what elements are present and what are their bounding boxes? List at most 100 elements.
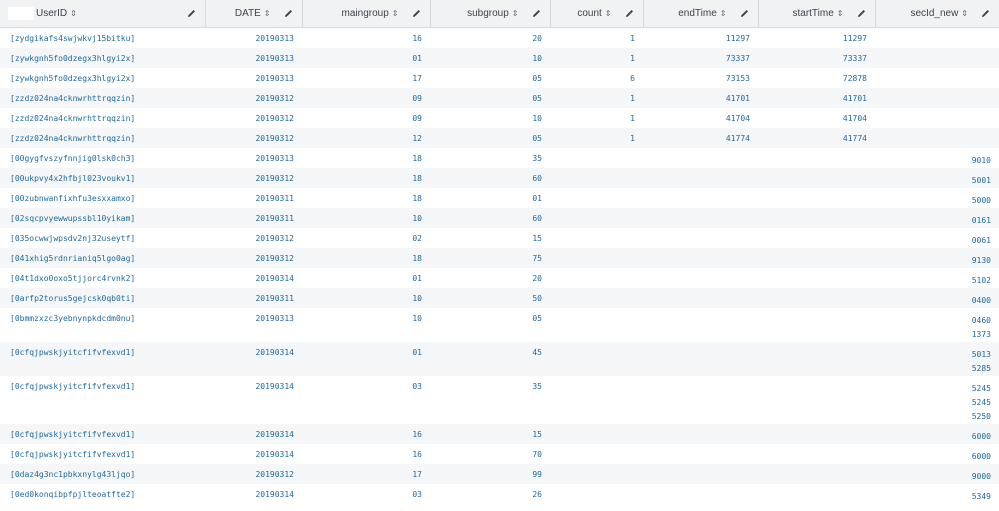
cell-start[interactable] xyxy=(758,424,875,444)
cell-secid-new[interactable]: 6000 xyxy=(875,424,999,444)
cell-count[interactable] xyxy=(550,288,643,308)
cell-main[interactable]: 10 xyxy=(302,308,430,342)
cell-uid[interactable]: [0cfqjpwskjyitcfifvfexvd1] xyxy=(0,444,205,464)
column-header-date[interactable]: DATE ⇕ xyxy=(205,0,303,28)
cell-start[interactable] xyxy=(758,444,875,464)
cell-main[interactable]: 03 xyxy=(302,484,430,504)
cell-sub[interactable]: 26 xyxy=(430,484,550,504)
cell-start[interactable] xyxy=(758,148,875,168)
cell-end[interactable] xyxy=(643,248,758,268)
cell-start[interactable] xyxy=(758,376,875,424)
cell-count[interactable] xyxy=(550,376,643,424)
cell-start[interactable] xyxy=(758,248,875,268)
cell-main[interactable]: 01 xyxy=(302,342,430,376)
cell-secid-new[interactable] xyxy=(875,68,999,88)
cell-end[interactable] xyxy=(643,148,758,168)
cell-main[interactable]: 16 xyxy=(302,424,430,444)
sort-icon[interactable]: ⇕ xyxy=(961,9,968,18)
cell-uid[interactable]: [035ocwwjwpsdv2nj32useytf] xyxy=(0,228,205,248)
cell-secid-new[interactable]: 5349 xyxy=(875,484,999,504)
cell-secid-new[interactable]: 9000 xyxy=(875,464,999,484)
cell-count[interactable] xyxy=(550,188,643,208)
cell-secid-new[interactable] xyxy=(875,28,999,49)
cell-date[interactable]: 20190313 xyxy=(205,68,302,88)
cell-main[interactable]: 18 xyxy=(302,168,430,188)
cell-date[interactable]: 20190311 xyxy=(205,208,302,228)
cell-date[interactable]: 20190312 xyxy=(205,128,302,148)
cell-date[interactable]: 20190312 xyxy=(205,248,302,268)
cell-sub[interactable]: 35 xyxy=(430,148,550,168)
edit-pencil-icon[interactable] xyxy=(739,8,750,19)
sort-icon[interactable]: ⇕ xyxy=(512,9,519,18)
edit-pencil-icon[interactable] xyxy=(624,8,635,19)
cell-uid[interactable]: [02sqcpvyewwupssbl10yikam] xyxy=(0,208,205,228)
cell-count[interactable] xyxy=(550,424,643,444)
cell-main[interactable]: 10 xyxy=(302,208,430,228)
cell-start[interactable]: 73337 xyxy=(758,48,875,68)
edit-pencil-icon[interactable] xyxy=(980,8,991,19)
edit-pencil-icon[interactable] xyxy=(856,8,867,19)
cell-count[interactable] xyxy=(550,308,643,342)
cell-secid-new[interactable]: 6000 xyxy=(875,444,999,464)
cell-start[interactable] xyxy=(758,208,875,228)
cell-start[interactable] xyxy=(758,342,875,376)
cell-count[interactable]: 1 xyxy=(550,108,643,128)
sort-icon[interactable]: ⇕ xyxy=(605,9,612,18)
cell-sub[interactable]: 75 xyxy=(430,248,550,268)
cell-sub[interactable]: 15 xyxy=(430,228,550,248)
cell-secid-new[interactable]: 5000 xyxy=(875,188,999,208)
cell-secid-new[interactable]: 5001 xyxy=(875,168,999,188)
cell-sub[interactable]: 10 xyxy=(430,108,550,128)
edit-pencil-icon[interactable] xyxy=(283,8,294,19)
cell-secid-new[interactable]: 0460 1373 xyxy=(875,308,999,342)
cell-uid[interactable]: [0bmmzxzc3yebnynpkdcdm0nu] xyxy=(0,308,205,342)
cell-date[interactable]: 20190313 xyxy=(205,48,302,68)
cell-uid[interactable]: [00ukpvy4x2hfbjl023voukv1] xyxy=(0,168,205,188)
sort-icon[interactable]: ⇕ xyxy=(837,9,844,18)
column-header-secid-new[interactable]: secId_new ⇕ xyxy=(875,0,999,28)
cell-uid[interactable]: [00zubnwanfixhfu3esxxamxo] xyxy=(0,188,205,208)
cell-end[interactable] xyxy=(643,188,758,208)
cell-end[interactable] xyxy=(643,444,758,464)
cell-sub[interactable]: 15 xyxy=(430,424,550,444)
cell-uid[interactable]: [0arfp2torus5gejcsk0qb0ti] xyxy=(0,288,205,308)
cell-start[interactable]: 41701 xyxy=(758,88,875,108)
cell-date[interactable]: 20190312 xyxy=(205,108,302,128)
cell-date[interactable]: 20190313 xyxy=(205,308,302,342)
cell-sub[interactable]: 35 xyxy=(430,376,550,424)
cell-main[interactable]: 01 xyxy=(302,268,430,288)
cell-end[interactable] xyxy=(643,342,758,376)
cell-count[interactable] xyxy=(550,268,643,288)
cell-uid[interactable]: [041xhig5rdnrianiq5lgo0ag] xyxy=(0,248,205,268)
cell-main[interactable]: 10 xyxy=(302,288,430,308)
cell-date[interactable]: 20190314 xyxy=(205,376,302,424)
cell-date[interactable]: 20190314 xyxy=(205,444,302,464)
cell-sub[interactable]: 50 xyxy=(430,288,550,308)
cell-end[interactable] xyxy=(643,208,758,228)
cell-end[interactable]: 73337 xyxy=(643,48,758,68)
cell-date[interactable]: 20190312 xyxy=(205,168,302,188)
cell-end[interactable] xyxy=(643,308,758,342)
cell-secid-new[interactable]: 9010 xyxy=(875,148,999,168)
cell-end[interactable]: 41704 xyxy=(643,108,758,128)
cell-start[interactable]: 41774 xyxy=(758,128,875,148)
cell-main[interactable]: 02 xyxy=(302,228,430,248)
cell-count[interactable] xyxy=(550,148,643,168)
cell-end[interactable] xyxy=(643,464,758,484)
column-header-subgroup[interactable]: subgroup ⇕ xyxy=(430,0,551,28)
cell-start[interactable]: 11297 xyxy=(758,28,875,49)
cell-date[interactable]: 20190314 xyxy=(205,484,302,504)
cell-uid[interactable]: [zzdz024na4cknwrhttrqqzin] xyxy=(0,108,205,128)
cell-main[interactable]: 17 xyxy=(302,68,430,88)
cell-date[interactable]: 20190311 xyxy=(205,288,302,308)
column-header-userid[interactable]: UserID ⇕ xyxy=(0,0,206,28)
cell-start[interactable] xyxy=(758,168,875,188)
cell-end[interactable] xyxy=(643,424,758,444)
cell-main[interactable]: 18 xyxy=(302,148,430,168)
column-header-count[interactable]: count ⇕ xyxy=(550,0,644,28)
cell-secid-new[interactable]: 0400 xyxy=(875,288,999,308)
cell-start[interactable] xyxy=(758,188,875,208)
cell-start[interactable] xyxy=(758,228,875,248)
cell-date[interactable]: 20190313 xyxy=(205,148,302,168)
cell-sub[interactable]: 01 xyxy=(430,188,550,208)
